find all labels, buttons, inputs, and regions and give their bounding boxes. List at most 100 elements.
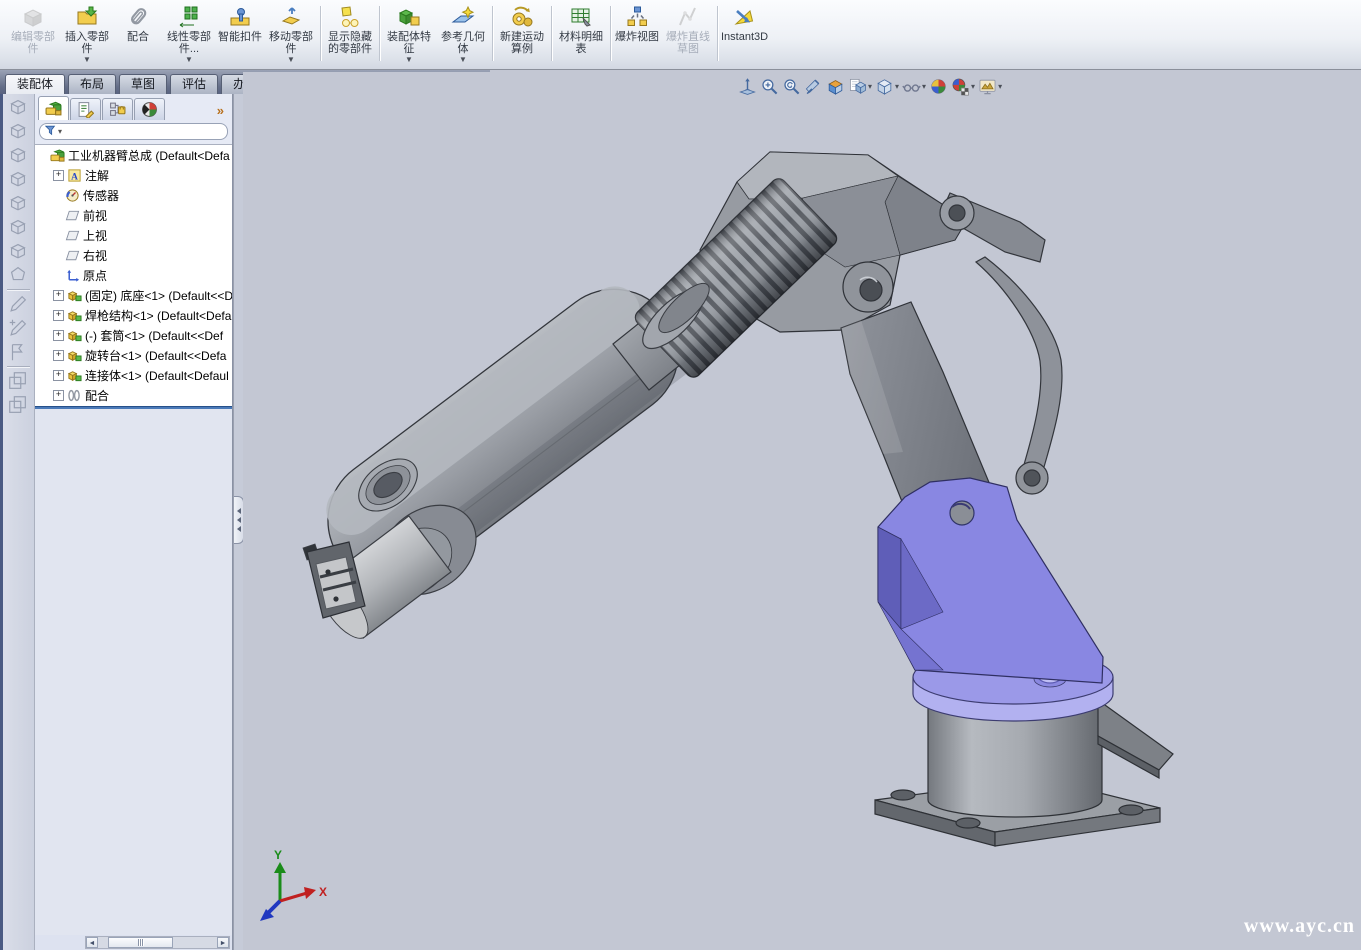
tab-assembly[interactable]: 装配体 xyxy=(5,74,65,94)
toolbar-button-reference-geometry[interactable]: 参考几何体▼ xyxy=(436,2,490,65)
tree-item-label: 连接体<1> (Default<Defaul xyxy=(85,367,229,384)
toolbar-button-label: 材料明细表 xyxy=(555,31,607,55)
dropdown-caret-icon[interactable]: ▼ xyxy=(459,55,467,64)
tree-item-front-plane[interactable]: 前视 xyxy=(35,205,232,225)
purple-bracket[interactable] xyxy=(878,478,1103,683)
panel-tab-featuremanager[interactable] xyxy=(38,96,69,120)
dropdown-caret-icon[interactable]: ▼ xyxy=(405,55,413,64)
tree-item-label: 旋转台<1> (Default<<Defa xyxy=(85,347,226,364)
tree-item-component-turntable[interactable]: + 旋转台<1> (Default<<Defa xyxy=(35,345,232,365)
triad-x-label: X xyxy=(319,885,327,899)
tree-item-annotations[interactable]: +A注解 xyxy=(35,165,232,185)
component-preview-icon[interactable] xyxy=(7,370,31,392)
scrollbar-left-arrow[interactable]: ◄ xyxy=(86,937,98,948)
toolbar-button-show-hidden[interactable]: 显示隐藏的零部件 xyxy=(323,2,377,65)
move-component-icon xyxy=(279,3,303,31)
view-bottom-icon[interactable] xyxy=(7,216,31,238)
tree-expander[interactable]: + xyxy=(53,390,64,401)
panel-tab-configurationmanager[interactable] xyxy=(102,98,133,120)
tree-expander[interactable]: + xyxy=(53,170,64,181)
component-icon xyxy=(67,288,82,303)
tab-sketch[interactable]: 草图 xyxy=(119,74,167,94)
toolbar-button-exploded-view[interactable]: 爆炸视图 xyxy=(613,2,661,65)
tree-item-assembly-root[interactable]: 工业机器臂总成 (Default<Defa xyxy=(35,145,232,165)
tree-item-right-plane[interactable]: 右视 xyxy=(35,245,232,265)
dropdown-caret-icon[interactable]: ▼ xyxy=(83,55,91,64)
dropdown-caret-icon[interactable]: ▼ xyxy=(185,55,193,64)
tree-expander[interactable]: + xyxy=(53,370,64,381)
bom-icon xyxy=(569,3,593,31)
reference-triad: Y X xyxy=(260,848,327,921)
toolbar-button-motion-study[interactable]: 新建运动算例 xyxy=(495,2,549,65)
instant3d-icon xyxy=(733,3,757,31)
tree-expander[interactable]: + xyxy=(53,310,64,321)
panel-splitter[interactable] xyxy=(233,94,243,950)
panel-tabs-overflow-chevron[interactable]: » xyxy=(217,103,229,120)
toolbar-button-label: 爆炸视图 xyxy=(615,31,659,55)
view-front-icon[interactable] xyxy=(7,96,31,118)
toolbar-separator xyxy=(610,6,611,61)
component-icon xyxy=(67,348,82,363)
view-right-icon[interactable] xyxy=(7,168,31,190)
tree-item-label: 配合 xyxy=(85,387,109,404)
toolbar-separator xyxy=(379,6,380,61)
toolbar-button-assembly-features[interactable]: 装配体特征▼ xyxy=(382,2,436,65)
tab-evaluate[interactable]: 评估 xyxy=(170,74,218,94)
insert-component-icon xyxy=(75,3,99,31)
tree-item-component-base[interactable]: +(固定) 底座<1> (Default<<D xyxy=(35,285,232,305)
toolbar-button-bom[interactable]: 材料明细表 xyxy=(554,2,608,65)
filter-funnel-icon xyxy=(45,123,56,141)
view-back-icon[interactable] xyxy=(7,120,31,142)
tree-item-label: 工业机器臂总成 (Default<Defa xyxy=(68,147,230,164)
tree-expander[interactable]: + xyxy=(53,330,64,341)
sketch-icon[interactable] xyxy=(7,293,31,315)
tree-expander[interactable]: + xyxy=(53,290,64,301)
isolate-components-icon[interactable] xyxy=(7,394,31,416)
toolbar-button-insert-component[interactable]: 插入零部件▼ xyxy=(60,2,114,65)
toolbar-button-linear-pattern[interactable]: 线性零部件...▼ xyxy=(162,2,216,65)
tree-item-component-connector[interactable]: + 连接体<1> (Default<Defaul xyxy=(35,365,232,385)
toolbar-button-smart-fasteners[interactable]: 智能扣件 xyxy=(216,2,264,65)
filter-dropdown-caret[interactable]: ▾ xyxy=(58,127,62,136)
exploded-view-icon xyxy=(625,3,649,31)
tree-item-component-sleeve[interactable]: +(-) 套筒<1> (Default<<Def xyxy=(35,325,232,345)
tab-layout[interactable]: 布局 xyxy=(68,74,116,94)
dropdown-caret-icon[interactable]: ▼ xyxy=(287,55,295,64)
panel-tab-displaymanager[interactable] xyxy=(134,98,165,120)
toolbar-separator xyxy=(551,6,552,61)
view-isometric-icon[interactable] xyxy=(7,240,31,262)
scrollbar-track[interactable] xyxy=(98,937,217,948)
toolbar-button-label: Instant3D xyxy=(721,31,768,43)
tree-item-mates[interactable]: + 配合 xyxy=(35,385,232,405)
toolbar-button-instant3d[interactable]: Instant3D xyxy=(720,2,769,53)
tree-expander[interactable]: + xyxy=(53,350,64,361)
tree-item-label: 原点 xyxy=(83,267,107,284)
3d-sketch-icon[interactable] xyxy=(7,317,31,339)
panel-tab-propertymanager[interactable] xyxy=(70,98,101,120)
plane-icon xyxy=(65,208,80,223)
toolbar-button-label: 参考几何体 xyxy=(437,31,489,55)
toolbar-button-mate[interactable]: 配合 xyxy=(114,2,162,65)
tree-item-sensors[interactable]: 传感器 xyxy=(35,185,232,205)
motion-study-icon xyxy=(510,3,534,31)
view-normal-to-icon[interactable] xyxy=(7,264,31,286)
view-left-icon[interactable] xyxy=(7,144,31,166)
scrollbar-thumb[interactable] xyxy=(108,937,173,948)
tree-item-component-weld-gun[interactable]: +焊枪结构<1> (Default<Defa xyxy=(35,305,232,325)
graphics-viewport[interactable]: ▾▾▾▾▾ xyxy=(243,72,1361,950)
toolbar-separator xyxy=(320,6,321,61)
view-top-icon[interactable] xyxy=(7,192,31,214)
tree-expander-spacer xyxy=(53,191,62,200)
feature-tree: 工业机器臂总成 (Default<Defa+A注解传感器前视上视右视原点+(固定… xyxy=(35,144,232,407)
robot-arm-model[interactable]: Y X xyxy=(243,72,1361,950)
scrollbar-right-arrow[interactable]: ► xyxy=(217,937,229,948)
tree-item-origin[interactable]: 原点 xyxy=(35,265,232,285)
panel-horizontal-scrollbar[interactable]: ◄ ► xyxy=(85,936,230,949)
show-hidden-icon xyxy=(338,3,362,31)
toolbar-button-move-component[interactable]: 移动零部件▼ xyxy=(264,2,318,65)
rapid-sketch-icon[interactable] xyxy=(7,341,31,363)
tree-filter-input[interactable]: ▾ xyxy=(39,123,228,140)
toolbar-button-label: 配合 xyxy=(127,31,149,55)
edit-component-icon xyxy=(21,3,45,31)
tree-item-top-plane[interactable]: 上视 xyxy=(35,225,232,245)
